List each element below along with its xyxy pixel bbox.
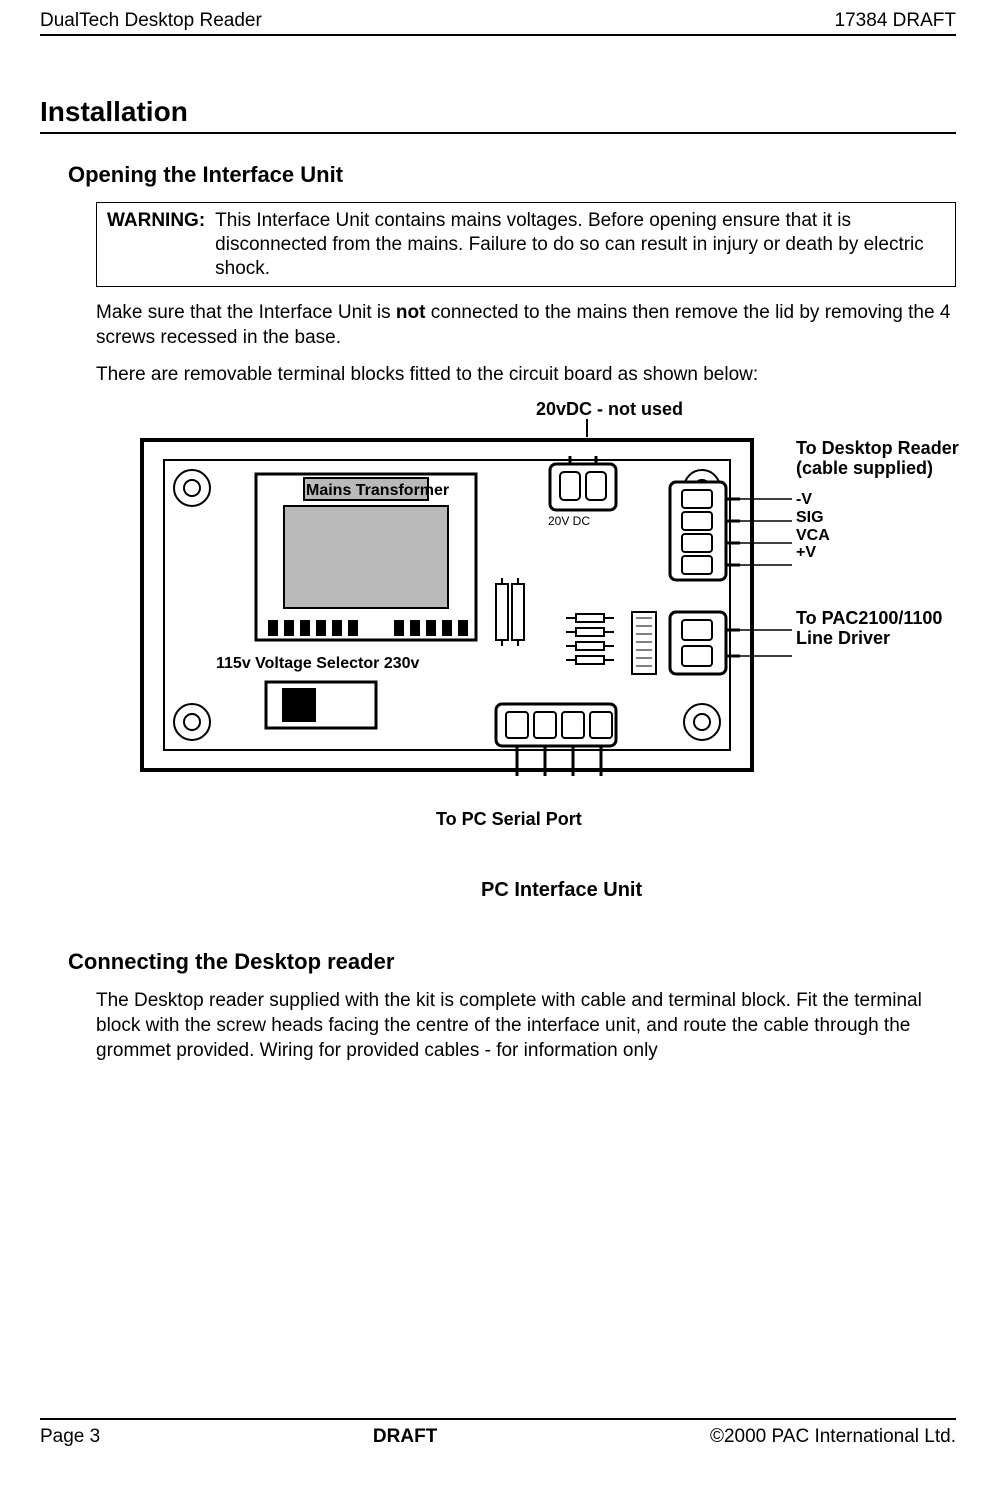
- page: DualTech Desktop Reader 17384 DRAFT Inst…: [0, 0, 996, 1494]
- leader-lines-right: [736, 434, 796, 734]
- fig-label-desktop-reader: To Desktop Reader (cable supplied): [796, 439, 959, 479]
- header-right: 17384 DRAFT: [835, 10, 956, 32]
- footer-left: Page 3: [40, 1426, 100, 1448]
- vsel-115: 115v: [216, 655, 251, 672]
- pin-pos-v: +V: [796, 544, 830, 562]
- page-header: DualTech Desktop Reader 17384 DRAFT: [40, 10, 956, 36]
- fig-label-pac2100: To PAC2100/1100 Line Driver: [796, 609, 942, 649]
- para-opening-2: There are removable terminal blocks fitt…: [96, 363, 956, 388]
- para-connecting: The Desktop reader supplied with the kit…: [96, 989, 956, 1063]
- warning-text: This Interface Unit contains mains volta…: [215, 209, 945, 280]
- figure-pc-interface: 20vDC - not used To Desktop Reader (cabl…: [136, 399, 996, 909]
- para1-a: Make sure that the Interface Unit is: [96, 302, 396, 323]
- pin-neg-v: -V: [796, 491, 830, 509]
- fig-label-transformer: Mains Transformer: [306, 482, 449, 500]
- header-left: DualTech Desktop Reader: [40, 10, 262, 32]
- warning-box: WARNING: This Interface Unit contains ma…: [96, 202, 956, 287]
- fig-right1-b: (cable supplied): [796, 459, 959, 479]
- subhead-opening: Opening the Interface Unit: [68, 162, 956, 188]
- footer-right: ©2000 PAC International Ltd.: [710, 1426, 956, 1448]
- para1-bold: not: [396, 302, 426, 323]
- fig-label-20vdc: 20vDC - not used: [536, 399, 683, 420]
- subhead-connecting: Connecting the Desktop reader: [68, 949, 956, 975]
- fig-pin-labels: -V SIG VCA +V: [796, 491, 830, 561]
- pin-sig: SIG: [796, 509, 830, 527]
- fig-caption: PC Interface Unit: [481, 879, 642, 902]
- fig-label-20vdc-small: 20V DC: [548, 514, 590, 528]
- warning-label: WARNING:: [107, 209, 205, 280]
- fig-right1-a: To Desktop Reader: [796, 439, 959, 459]
- pin-vca: VCA: [796, 527, 830, 545]
- vsel-230: 230v: [384, 655, 420, 672]
- footer-center: DRAFT: [373, 1426, 437, 1448]
- board-svg: [136, 434, 776, 814]
- page-footer: Page 3 DRAFT ©2000 PAC International Ltd…: [40, 1418, 956, 1448]
- fig-label-pc-serial: To PC Serial Port: [436, 809, 582, 830]
- fig-label-vsel: 115v Voltage Selector 230v: [216, 655, 419, 673]
- vsel-mid: Voltage Selector: [255, 655, 379, 672]
- para-opening-1: Make sure that the Interface Unit is not…: [96, 301, 956, 350]
- fig-right2-b: Line Driver: [796, 629, 942, 649]
- section-title: Installation: [40, 96, 956, 134]
- fig-right2-a: To PAC2100/1100: [796, 609, 942, 629]
